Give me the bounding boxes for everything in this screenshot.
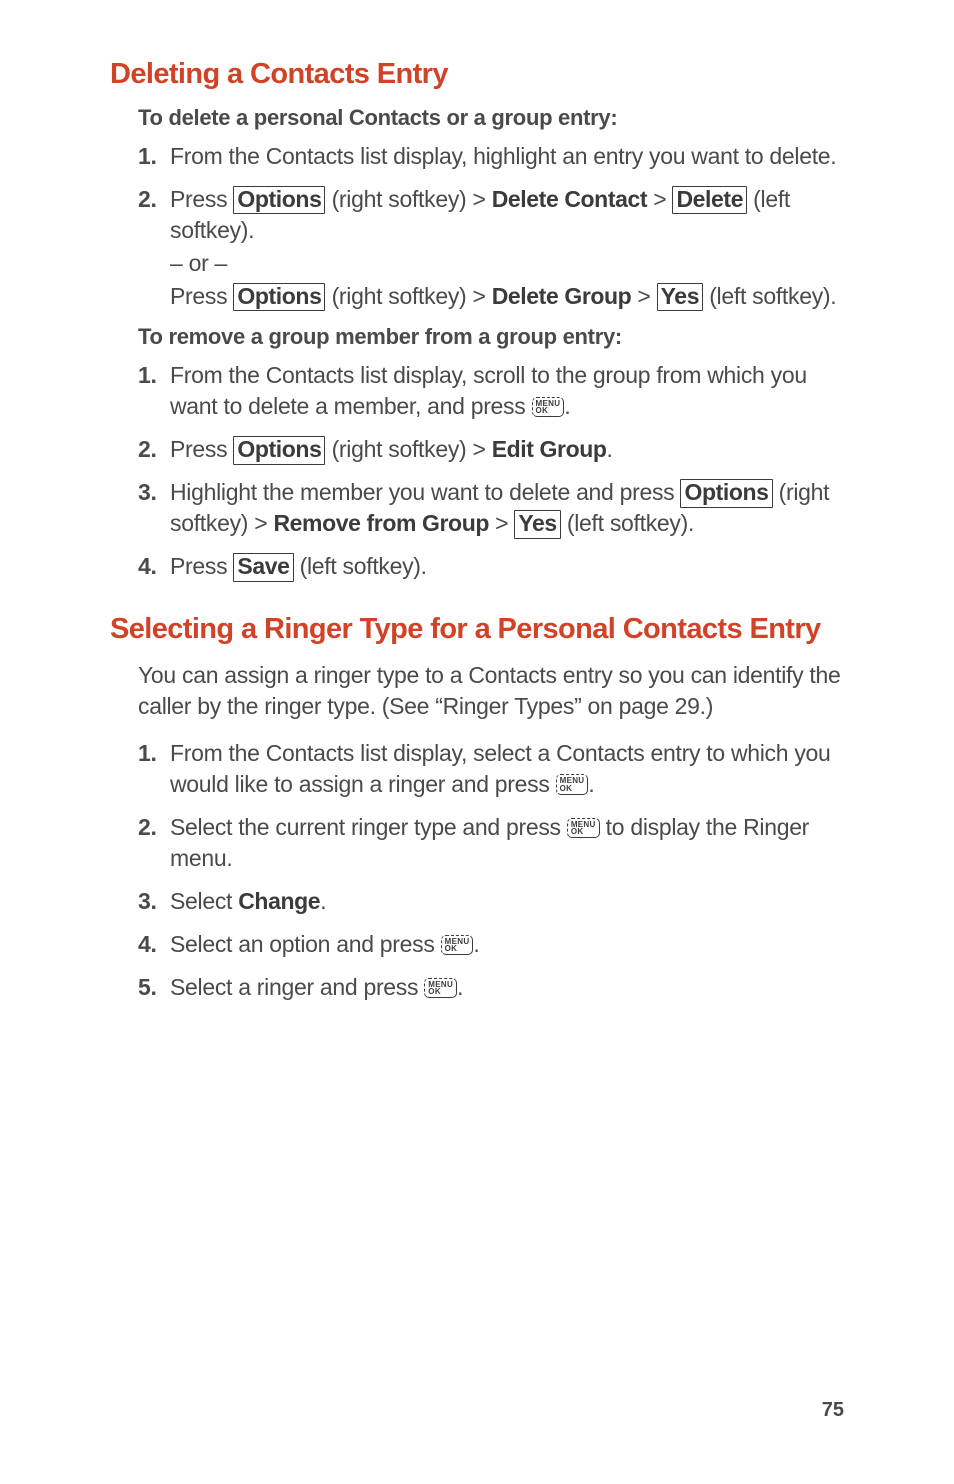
step-text: (left softkey). [561,510,694,536]
subheading-remove-member: To remove a group member from a group en… [138,324,854,350]
step-text: From the Contacts list display, scroll t… [170,362,807,419]
step-text: (left softkey). [703,283,836,309]
step-number: 2. [138,184,157,215]
menu-ok-key-icon: MENUOK [424,978,457,998]
step-text: > [489,510,514,536]
step-text: . [473,931,479,957]
step-item: 2. Press Options (right softkey) > Edit … [138,434,854,465]
step-text: Press [170,553,233,579]
menu-ok-key-icon: MENUOK [567,818,600,838]
heading-deleting-contacts: Deleting a Contacts Entry [110,58,854,91]
subheading-delete-entry: To delete a personal Contacts or a group… [138,105,854,131]
step-text: (right softkey) > [325,283,491,309]
step-text: Press [170,283,233,309]
softkey-yes: Yes [514,510,560,538]
softkey-yes: Yes [657,283,703,311]
softkey-options: Options [680,479,772,507]
menu-ok-key-icon: MENUOK [556,774,589,794]
step-number: 3. [138,886,157,917]
step-text: > [631,283,656,309]
step-text: Press [170,436,233,462]
steps-selecting-ringer: 1. From the Contacts list display, selec… [138,738,854,1003]
page-number: 75 [822,1399,844,1422]
step-text: From the Contacts list display, highligh… [170,143,836,169]
step-number: 4. [138,551,157,582]
step-text: (right softkey) > [325,436,491,462]
heading-selecting-ringer: Selecting a Ringer Type for a Personal C… [110,613,854,646]
step-item: 5. Select a ringer and press MENUOK. [138,972,854,1003]
softkey-save: Save [233,553,293,581]
step-text: Select a ringer and press [170,974,424,1000]
step-item: 1. From the Contacts list display, selec… [138,738,854,800]
step-number: 3. [138,477,157,508]
bold-delete-contact: Delete Contact [492,186,647,212]
step-number: 5. [138,972,157,1003]
body-paragraph: You can assign a ringer type to a Contac… [138,660,854,722]
step-item: 2. Press Options (right softkey) > Delet… [138,184,854,312]
bold-remove-from-group: Remove from Group [273,510,489,536]
menu-ok-key-icon: MENUOK [532,397,565,417]
step-text: Press [170,186,233,212]
softkey-delete: Delete [672,186,747,214]
step-text: (left softkey). [294,553,427,579]
step-number: 4. [138,929,157,960]
step-item: 3. Select Change. [138,886,854,917]
softkey-options: Options [233,283,325,311]
step-item: 4. Select an option and press MENUOK. [138,929,854,960]
bold-delete-group: Delete Group [492,283,632,309]
step-item: 1. From the Contacts list display, highl… [138,141,854,172]
step-item: 4. Press Save (left softkey). [138,551,854,582]
step-item: 3. Highlight the member you want to dele… [138,477,854,539]
bold-change: Change [238,888,320,914]
step-text: From the Contacts list display, select a… [170,740,831,797]
step-text: . [564,393,570,419]
step-text: Select [170,888,238,914]
step-text: . [588,771,594,797]
step-text: . [320,888,326,914]
step-text: (right softkey) > [325,186,491,212]
document-page: Deleting a Contacts Entry To delete a pe… [0,0,954,1065]
step-text: Highlight the member you want to delete … [170,479,680,505]
step-number: 1. [138,141,157,172]
step-number: 1. [138,360,157,391]
steps-delete-entry: 1. From the Contacts list display, highl… [138,141,854,312]
step-text: . [457,974,463,1000]
softkey-options: Options [233,436,325,464]
menu-ok-key-icon: MENUOK [441,935,474,955]
step-number: 2. [138,434,157,465]
or-separator: – or – [170,248,854,279]
step-number: 2. [138,812,157,843]
softkey-options: Options [233,186,325,214]
steps-remove-member: 1. From the Contacts list display, scrol… [138,360,854,582]
step-text: Select an option and press [170,931,441,957]
step-text: . [607,436,613,462]
step-number: 1. [138,738,157,769]
bold-edit-group: Edit Group [492,436,607,462]
step-text: Select the current ringer type and press [170,814,567,840]
step-item: 1. From the Contacts list display, scrol… [138,360,854,422]
step-item: 2. Select the current ringer type and pr… [138,812,854,874]
step-text: > [647,186,672,212]
